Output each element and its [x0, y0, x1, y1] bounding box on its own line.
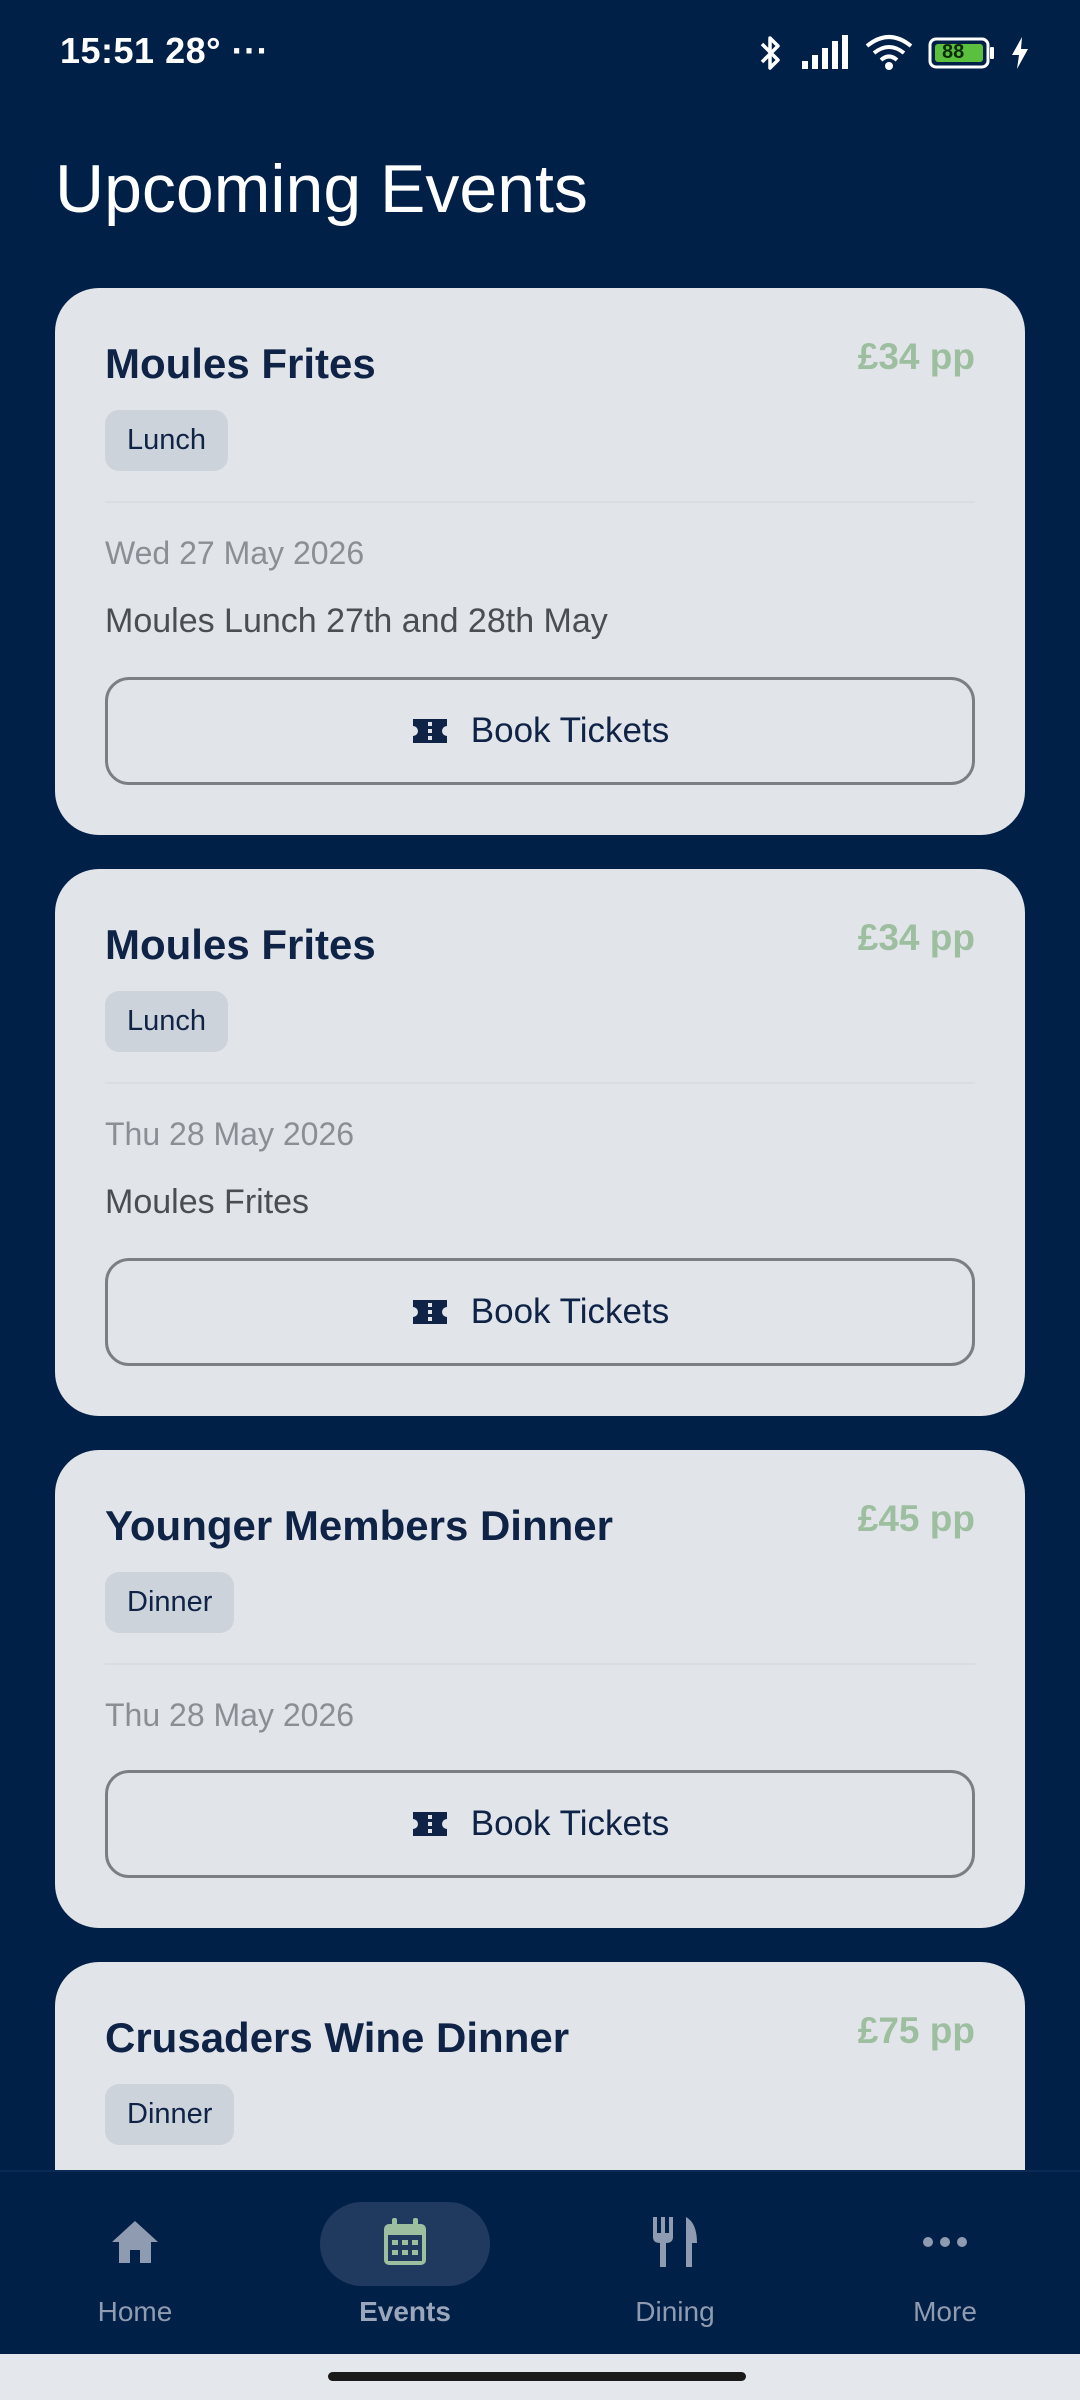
nav-label: Home: [97, 2296, 173, 2327]
event-category-badge: Dinner: [105, 1572, 235, 1633]
wifi-icon: [864, 34, 914, 72]
status-time: 15:51: [60, 30, 155, 71]
battery-level: 88: [942, 41, 965, 63]
status-more: ···: [231, 30, 270, 71]
events-list: Moules Frites £34 pp Lunch Wed 27 May 20…: [55, 288, 1025, 2296]
bluetooth-icon: [756, 33, 786, 73]
ticket-icon: [411, 1297, 449, 1327]
event-price: £34 pp: [857, 917, 975, 958]
event-title: Moules Frites: [105, 340, 376, 387]
divider: [105, 1663, 975, 1665]
event-card[interactable]: Younger Members Dinner £45 pp Dinner Thu…: [55, 1450, 1025, 1928]
bottom-navigation: Home Events Dining More: [0, 2170, 1080, 2356]
home-icon: [109, 2218, 161, 2271]
event-header: Moules Frites £34 pp: [105, 917, 975, 969]
nav-icon-container: [50, 2202, 220, 2286]
divider: [105, 1082, 975, 1084]
event-description: Moules Lunch 27th and 28th May: [105, 602, 608, 640]
event-date: Wed 27 May 2026: [105, 535, 365, 571]
nav-label: Dining: [635, 2296, 715, 2327]
status-bar: 15:51 28° ··· 88: [0, 0, 1080, 105]
event-title: Moules Frites: [105, 921, 376, 968]
nav-label: More: [913, 2296, 977, 2327]
event-description: Moules Frites: [105, 1183, 310, 1221]
event-title: Younger Members Dinner: [105, 1502, 613, 1549]
book-tickets-label: Book Tickets: [470, 1292, 670, 1331]
nav-item-more[interactable]: More: [810, 2172, 1080, 2356]
event-card[interactable]: Moules Frites £34 pp Lunch Thu 28 May 20…: [55, 869, 1025, 1416]
status-right: 88: [756, 30, 1030, 76]
event-title: Crusaders Wine Dinner: [105, 2014, 570, 2061]
status-left: 15:51 28° ···: [60, 30, 269, 72]
event-header: Younger Members Dinner £45 pp: [105, 1498, 975, 1550]
nav-label: Events: [359, 2296, 451, 2327]
book-tickets-button[interactable]: Book Tickets: [105, 1770, 975, 1878]
event-price: £75 pp: [857, 2010, 975, 2051]
fork-knife-icon: [650, 2215, 700, 2274]
ticket-icon: [411, 716, 449, 746]
battery-icon: 88: [928, 37, 996, 69]
system-gesture-area: [0, 2354, 1080, 2400]
status-temperature: 28°: [165, 30, 222, 71]
more-dots-icon: [921, 2235, 969, 2254]
event-price: £45 pp: [857, 1498, 975, 1539]
nav-item-home[interactable]: Home: [0, 2172, 270, 2356]
book-tickets-label: Book Tickets: [470, 711, 670, 750]
home-gesture-bar[interactable]: [328, 2372, 746, 2381]
divider: [105, 501, 975, 503]
charging-icon: [1010, 36, 1030, 70]
event-header: Crusaders Wine Dinner £75 pp: [105, 2010, 975, 2062]
event-header: Moules Frites £34 pp: [105, 336, 975, 388]
book-tickets-button[interactable]: Book Tickets: [105, 677, 975, 785]
event-date: Thu 28 May 2026: [105, 1697, 355, 1733]
event-category-badge: Lunch: [105, 410, 229, 471]
nav-item-dining[interactable]: Dining: [540, 2172, 810, 2356]
event-card[interactable]: Moules Frites £34 pp Lunch Wed 27 May 20…: [55, 288, 1025, 835]
nav-item-events[interactable]: Events: [270, 2172, 540, 2356]
ticket-icon: [411, 1809, 449, 1839]
signal-icon: [800, 35, 850, 71]
page-title: Upcoming Events: [55, 151, 588, 227]
nav-icon-container: [320, 2202, 490, 2286]
event-category-badge: Dinner: [105, 2084, 235, 2145]
event-price: £34 pp: [857, 336, 975, 377]
nav-icon-container: [590, 2202, 760, 2286]
event-date: Thu 28 May 2026: [105, 1116, 355, 1152]
nav-icon-container: [860, 2202, 1030, 2286]
calendar-icon: [381, 2216, 429, 2273]
book-tickets-label: Book Tickets: [470, 1804, 670, 1843]
book-tickets-button[interactable]: Book Tickets: [105, 1258, 975, 1366]
event-category-badge: Lunch: [105, 991, 229, 1052]
